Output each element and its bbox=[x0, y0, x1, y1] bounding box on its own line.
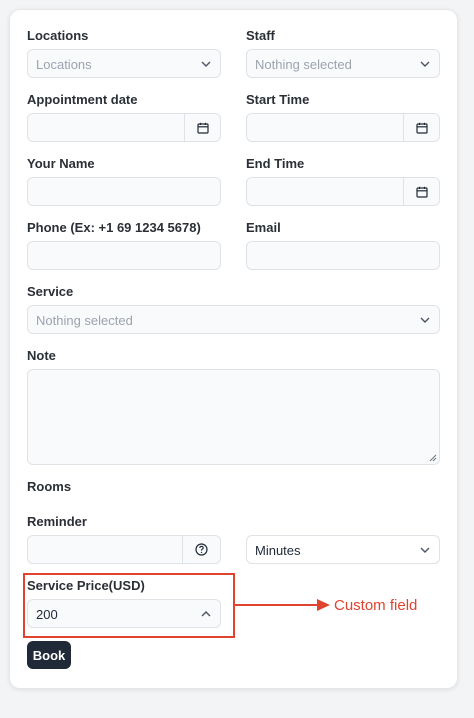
end-time-picker-button[interactable] bbox=[403, 178, 439, 205]
reminder-unit-value: Minutes bbox=[255, 543, 301, 558]
custom-field-annotation: Custom field bbox=[334, 597, 418, 614]
chevron-down-icon bbox=[420, 317, 430, 323]
reminder-help-button[interactable] bbox=[182, 536, 220, 563]
appointment-date-label: Appointment date bbox=[27, 92, 138, 107]
start-time-label: Start Time bbox=[246, 92, 310, 107]
note-textarea[interactable] bbox=[27, 369, 440, 465]
your-name-label: Your Name bbox=[27, 156, 95, 171]
staff-placeholder: Nothing selected bbox=[255, 57, 352, 72]
chevron-down-icon bbox=[420, 61, 430, 67]
appointment-date-input[interactable] bbox=[27, 113, 221, 142]
staff-select[interactable]: Nothing selected bbox=[246, 49, 440, 78]
appointment-date-picker-button[interactable] bbox=[184, 114, 220, 141]
locations-placeholder: Locations bbox=[36, 57, 92, 72]
note-label: Note bbox=[27, 348, 56, 363]
start-time-picker-button[interactable] bbox=[403, 114, 439, 141]
reminder-input[interactable] bbox=[27, 535, 221, 564]
service-label: Service bbox=[27, 284, 74, 299]
staff-label: Staff bbox=[246, 28, 275, 43]
reminder-unit-select[interactable]: Minutes bbox=[246, 535, 440, 564]
resize-grip-icon[interactable] bbox=[429, 454, 437, 462]
email-input[interactable] bbox=[246, 241, 440, 270]
reminder-label: Reminder bbox=[27, 514, 87, 529]
custom-field-highlight-box bbox=[23, 573, 235, 638]
email-label: Email bbox=[246, 220, 281, 235]
your-name-input[interactable] bbox=[27, 177, 221, 206]
calendar-icon bbox=[415, 186, 428, 198]
book-button[interactable]: Book bbox=[27, 641, 71, 669]
start-time-input[interactable] bbox=[246, 113, 440, 142]
end-time-label: End Time bbox=[246, 156, 305, 171]
calendar-icon bbox=[415, 122, 428, 134]
chevron-down-icon bbox=[201, 61, 211, 67]
arrow-right-icon bbox=[235, 599, 330, 611]
phone-label: Phone (Ex: +1 69 1234 5678) bbox=[27, 220, 201, 235]
chevron-down-icon bbox=[420, 547, 430, 553]
end-time-input[interactable] bbox=[246, 177, 440, 206]
question-circle-icon bbox=[195, 543, 208, 556]
service-placeholder: Nothing selected bbox=[36, 313, 133, 328]
service-select[interactable]: Nothing selected bbox=[27, 305, 440, 334]
calendar-icon bbox=[196, 122, 209, 134]
phone-input[interactable] bbox=[27, 241, 221, 270]
locations-label: Locations bbox=[27, 28, 89, 43]
locations-select[interactable]: Locations bbox=[27, 49, 221, 78]
rooms-label: Rooms bbox=[27, 479, 72, 494]
